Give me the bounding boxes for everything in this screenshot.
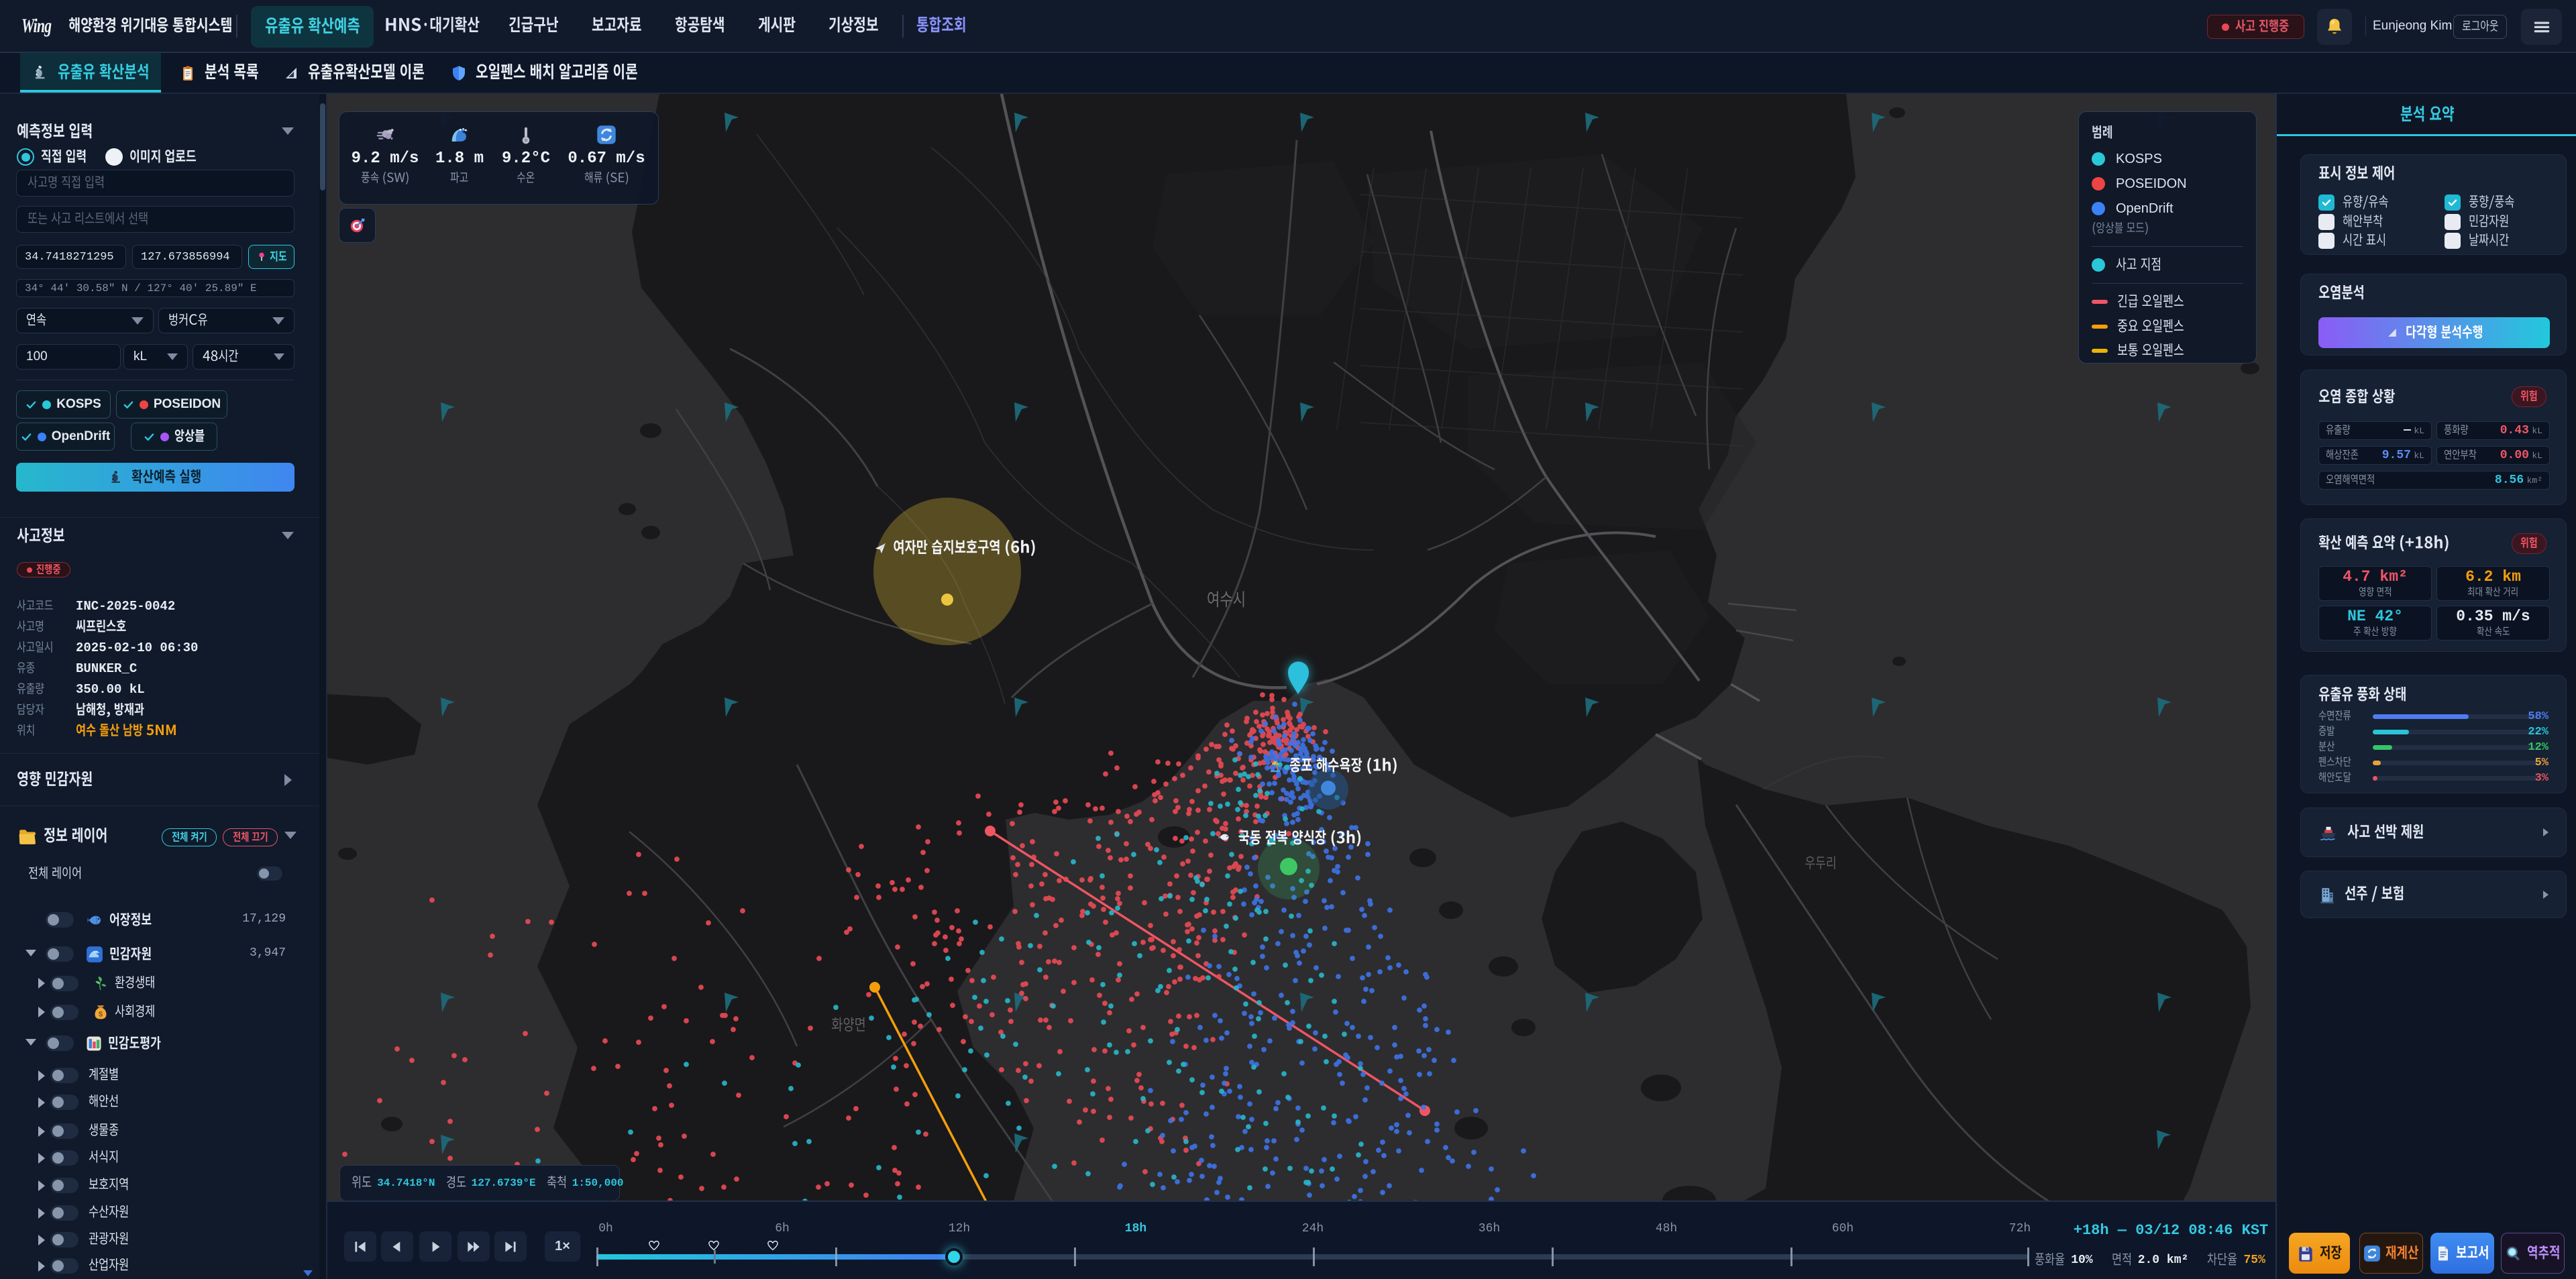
svg-text:$: $	[99, 1011, 103, 1019]
